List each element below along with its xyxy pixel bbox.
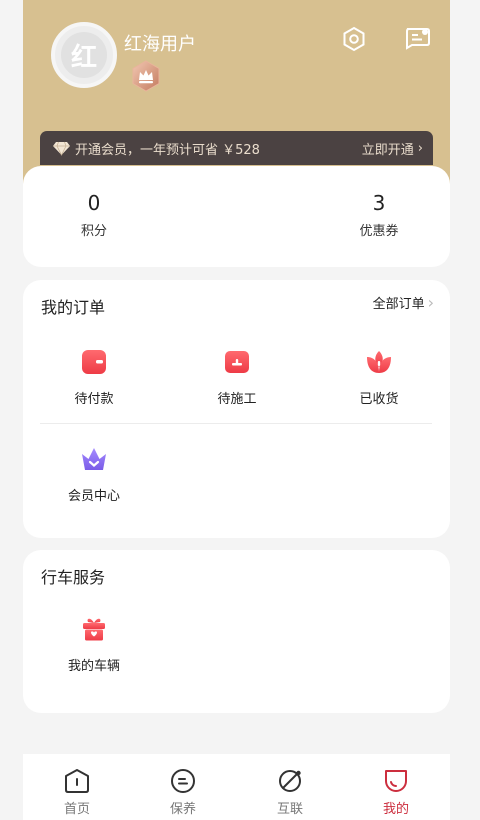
bottom-nav: 首页 保养 互联 我的 [23,754,450,820]
toolbox-icon [225,351,249,373]
maintenance-icon [171,769,195,793]
member-center-label: 会员中心 [67,489,120,504]
avatar-initial: 红 [61,32,107,78]
open-membership-label: 立即开通 [361,142,414,158]
points-stat[interactable]: 0 积分 [39,191,149,239]
profile-page: 红 红海用户 开通会员，一年预计可省 ￥528 立即开通 › 0 积分 3 优惠… [23,0,450,820]
order-received-label: 已收货 [359,392,399,407]
nav-connect[interactable]: 互联 [260,768,320,817]
all-orders-link[interactable]: 全部订单 › [373,293,434,312]
planet-icon [279,770,301,792]
nav-home[interactable]: 首页 [47,768,107,817]
my-vehicles-label: 我的车辆 [67,659,120,674]
diamond-icon [53,141,70,156]
points-value: 0 [87,191,101,215]
order-received[interactable]: 已收货 [324,348,434,407]
profile-header: 红 红海用户 开通会员，一年预计可省 ￥528 立即开通 › [23,0,450,185]
coupons-value: 3 [372,191,386,215]
driving-service-title: 行车服务 [41,568,106,587]
member-banner[interactable]: 开通会员，一年预计可省 ￥528 立即开通 › [40,131,433,165]
order-pending-service[interactable]: 待施工 [182,348,292,407]
message-button[interactable] [403,24,431,52]
my-vehicles[interactable]: 我的车辆 [39,615,149,674]
member-banner-text: 开通会员，一年预计可省 ￥528 [75,142,260,158]
message-icon [406,28,430,50]
profile-icon [385,770,407,792]
lotus-icon [367,351,391,373]
order-pending-payment[interactable]: 待付款 [39,348,149,407]
order-pending-service-label: 待施工 [217,392,257,407]
order-pending-payment-label: 待付款 [74,392,114,407]
home-icon [65,769,89,793]
settings-button[interactable] [340,25,368,53]
vip-crown-badge-icon[interactable] [131,60,161,92]
member-center[interactable]: 会员中心 [39,445,149,504]
gift-icon [83,618,105,641]
orders-title: 我的订单 [41,298,106,317]
driving-service-card: 行车服务 我的车辆 [23,550,450,713]
username: 红海用户 [124,34,196,55]
nav-mine-label: 我的 [382,802,409,817]
coupons-stat[interactable]: 3 优惠券 [324,191,434,239]
open-membership-link[interactable]: 立即开通 › [362,139,423,158]
wallet-icon [82,350,106,374]
stats-card: 0 积分 3 优惠券 [23,166,450,267]
all-orders-label: 全部订单 [372,297,425,312]
nav-home-label: 首页 [63,802,90,817]
nav-maintenance[interactable]: 保养 [153,768,213,817]
nav-mine[interactable]: 我的 [366,768,426,817]
points-label: 积分 [80,224,107,239]
chevron-right-icon: › [427,293,434,312]
nav-maintenance-label: 保养 [169,802,196,817]
nav-connect-label: 互联 [276,802,303,817]
orders-card: 我的订单 全部订单 › 待付款 待施工 已收货 会员中心 [23,280,450,538]
avatar[interactable]: 红 [51,22,117,88]
coupons-label: 优惠券 [359,224,399,239]
chevron-right-icon: › [417,140,423,156]
hexagon-gear-icon [343,26,365,52]
crown-icon [82,448,106,470]
orders-divider [40,423,432,424]
